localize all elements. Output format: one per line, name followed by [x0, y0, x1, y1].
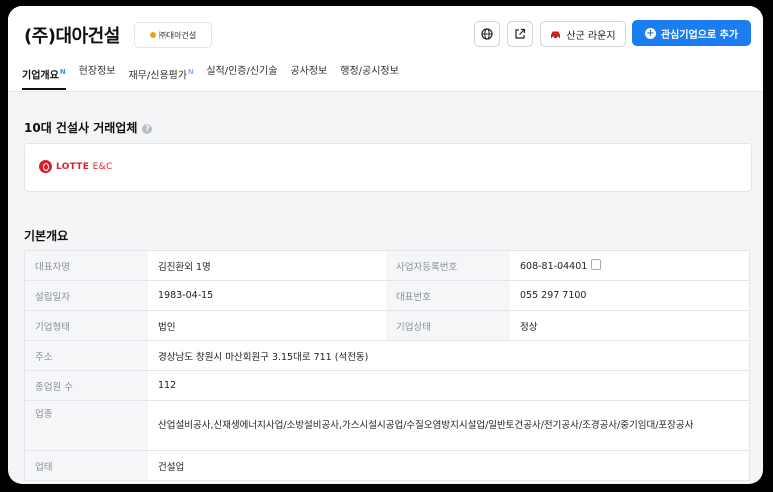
new-badge: N	[59, 68, 66, 76]
address-value: 경상남도 창원시 마산회원구 3.15대로 711 (석전동)	[148, 340, 750, 371]
bizno-label: 사업자등록번호	[386, 250, 510, 281]
table-row: 업태 건설업	[24, 450, 750, 481]
tab-admin-disclosure[interactable]: 행정/공시정보	[340, 62, 399, 90]
add-interest-label: 관심기업으로 추가	[660, 29, 739, 41]
bizno-value: 608-81-04401	[520, 261, 588, 272]
lounge-label: 산군 라운지	[566, 30, 616, 42]
car-icon	[551, 31, 561, 38]
table-row: 종업원 수 112	[24, 370, 750, 401]
tab-company-overview[interactable]: 기업개요N	[22, 62, 66, 90]
address-label: 주소	[24, 340, 148, 371]
lotte-mark-icon	[39, 160, 52, 173]
overview-section-title: 기본개요	[24, 229, 69, 243]
company-logo: ㈜대아건설	[134, 22, 212, 48]
tab-performance[interactable]: 실적/인증/신기술	[206, 62, 277, 90]
business-label: 업태	[24, 450, 148, 481]
table-row: 업종 산업설비공사,신재생에너지사업/소방설비공사,가스시설시공업/수질오염방지…	[24, 400, 750, 451]
ceo-value: 김진환외 1명	[148, 250, 386, 281]
logo-text: ㈜대아건설	[158, 30, 197, 40]
tab-finance-credit[interactable]: 재무/신용평가N	[128, 62, 193, 90]
business-value: 건설업	[148, 450, 750, 481]
plus-icon: +	[644, 27, 656, 39]
partners-section-title: 10대 건설사 거래업체?	[24, 119, 153, 136]
table-row: 기업형태 법인 기업상태 정상	[24, 310, 750, 341]
industry-value: 산업설비공사,신재생에너지사업/소방설비공사,가스시설시공업/수질오염방지시설업…	[148, 400, 750, 451]
overview-table: 대표자명 김진환외 1명 사업자등록번호 608-81-04401 설립일자 1…	[24, 250, 750, 481]
employees-value: 112	[148, 370, 750, 401]
globe-icon	[481, 28, 493, 40]
lounge-button[interactable]: 산군 라운지	[540, 21, 626, 47]
phone-value: 055 297 7100	[510, 280, 750, 311]
type-label: 기업형태	[24, 310, 148, 341]
partner-lotte-logo[interactable]: LOTTE E&C	[39, 160, 113, 173]
tab-bar: 기업개요N 현장정보 재무/신용평가N 실적/인증/신기술 공사정보 행정/공시…	[22, 62, 412, 90]
company-header: (주)대아건설 ㈜대아건설 산군 라운지 + 관심기업으로 추가 기업개요N 현…	[8, 6, 763, 92]
logo-mark-icon	[149, 32, 156, 38]
table-row: 대표자명 김진환외 1명 사업자등록번호 608-81-04401	[24, 250, 750, 281]
tab-construction-info[interactable]: 공사정보	[290, 62, 327, 90]
table-row: 주소 경상남도 창원시 마산회원구 3.15대로 711 (석전동)	[24, 340, 750, 371]
partners-list: LOTTE E&C	[24, 143, 752, 192]
share-button[interactable]	[507, 21, 533, 47]
company-name: (주)대아건설	[24, 26, 120, 47]
ceo-label: 대표자명	[24, 250, 148, 281]
status-value: 정상	[510, 310, 750, 341]
industry-label: 업종	[24, 400, 148, 451]
website-button[interactable]	[474, 21, 500, 47]
table-row: 설립일자 1983-04-15 대표번호 055 297 7100	[24, 280, 750, 311]
external-link-icon	[515, 28, 526, 39]
copy-icon[interactable]	[591, 259, 602, 270]
add-interest-button[interactable]: + 관심기업으로 추가	[632, 20, 751, 46]
founded-label: 설립일자	[24, 280, 148, 311]
tab-site-info[interactable]: 현장정보	[79, 62, 116, 90]
page-frame: (주)대아건설 ㈜대아건설 산군 라운지 + 관심기업으로 추가 기업개요N 현…	[8, 6, 763, 484]
new-badge: N	[188, 68, 194, 76]
status-label: 기업상태	[386, 310, 510, 341]
employees-label: 종업원 수	[24, 370, 148, 401]
phone-label: 대표번호	[386, 280, 510, 311]
help-icon[interactable]: ?	[142, 124, 153, 134]
founded-value: 1983-04-15	[148, 280, 386, 311]
type-value: 법인	[148, 310, 386, 341]
